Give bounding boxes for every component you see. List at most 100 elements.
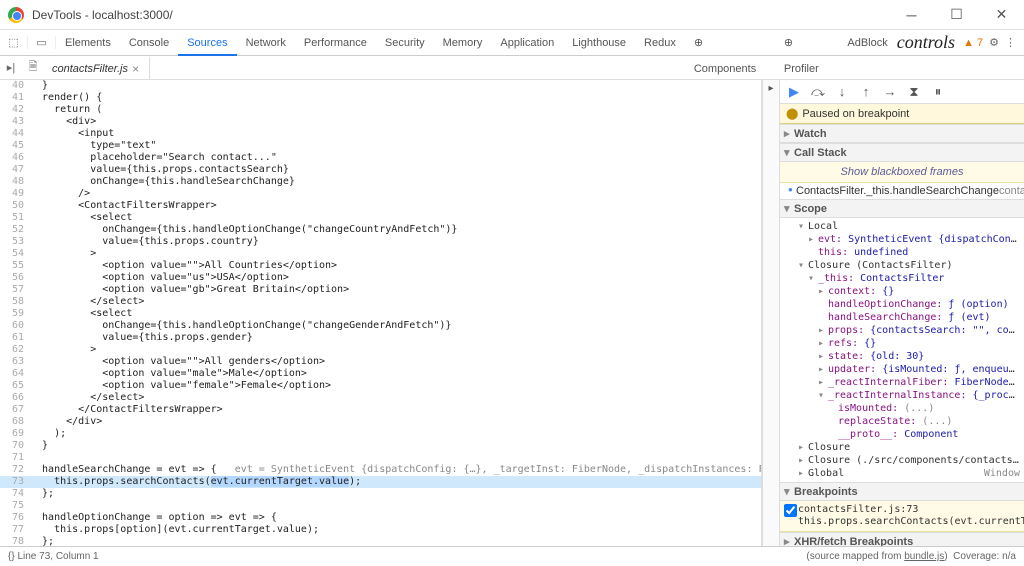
- step-over-button[interactable]: ⤼: [810, 84, 826, 100]
- code-line[interactable]: 72 handleSearchChange = evt => { evt = S…: [0, 464, 761, 476]
- scope-row[interactable]: ▸_reactInternalFiber: FiberNode {tag: 1,…: [794, 376, 1020, 389]
- code-line[interactable]: 62 >: [0, 344, 761, 356]
- code-line[interactable]: 51 <select: [0, 212, 761, 224]
- code-line[interactable]: 53 value={this.props.country}: [0, 236, 761, 248]
- scope-row[interactable]: replaceState: (...): [794, 415, 1020, 428]
- code-line[interactable]: 66 </select>: [0, 392, 761, 404]
- code-line[interactable]: 57 <option value="gb">Great Britain</opt…: [0, 284, 761, 296]
- step-button[interactable]: →: [882, 84, 898, 100]
- panel-tab-components[interactable]: ⊕ Components: [685, 30, 775, 56]
- panel-tab-performance[interactable]: Performance: [295, 30, 376, 56]
- code-line[interactable]: 58 </select>: [0, 296, 761, 308]
- bundle-link[interactable]: bundle.js: [904, 551, 944, 562]
- scope-tree[interactable]: ▾Local▸evt: SyntheticEvent {dispatchConf…: [780, 218, 1024, 482]
- scope-row[interactable]: ▸context: {}: [794, 285, 1020, 298]
- panel-tab-redux[interactable]: Redux: [635, 30, 685, 56]
- panel-tab-security[interactable]: Security: [376, 30, 434, 56]
- scope-section[interactable]: Scope: [780, 199, 1024, 218]
- code-line[interactable]: 50 <ContactFiltersWrapper>: [0, 200, 761, 212]
- code-line[interactable]: 70 }: [0, 440, 761, 452]
- code-line[interactable]: 47 value={this.props.contactsSearch}: [0, 164, 761, 176]
- panel-tab-application[interactable]: Application: [491, 30, 563, 56]
- code-line[interactable]: 48 onChange={this.handleSearchChange}: [0, 176, 761, 188]
- panel-tab-lighthouse[interactable]: Lighthouse: [563, 30, 635, 56]
- xhr-breakpoints-section[interactable]: XHR/fetch Breakpoints: [780, 532, 1024, 546]
- settings-icon[interactable]: ⚙: [989, 36, 999, 49]
- code-line[interactable]: 55 <option value="">All Countries</optio…: [0, 260, 761, 272]
- panel-tab-network[interactable]: Network: [237, 30, 295, 56]
- step-into-button[interactable]: ↓: [834, 84, 850, 100]
- code-line[interactable]: 68 </div>: [0, 416, 761, 428]
- code-line[interactable]: 67 </ContactFiltersWrapper>: [0, 404, 761, 416]
- scope-row[interactable]: ▾_reactInternalInstance: {_processChildC…: [794, 389, 1020, 402]
- step-out-button[interactable]: ↑: [858, 84, 874, 100]
- code-line[interactable]: 71: [0, 452, 761, 464]
- scope-row[interactable]: handleSearchChange: ƒ (evt): [794, 311, 1020, 324]
- scope-row[interactable]: ▸GlobalWindow: [794, 467, 1020, 480]
- watch-section[interactable]: Watch: [780, 124, 1024, 143]
- code-line[interactable]: 56 <option value="us">USA</option>: [0, 272, 761, 284]
- code-line[interactable]: 43 <div>: [0, 116, 761, 128]
- code-line[interactable]: 63 <option value="">All genders</option>: [0, 356, 761, 368]
- code-line[interactable]: 69 );: [0, 428, 761, 440]
- code-line[interactable]: 59 <select: [0, 308, 761, 320]
- code-line[interactable]: 61 value={this.props.gender}: [0, 332, 761, 344]
- scope-row[interactable]: ▾_this: ContactsFilter: [794, 272, 1020, 285]
- resume-button[interactable]: ▶: [786, 84, 802, 100]
- code-line[interactable]: 40 }: [0, 80, 761, 92]
- panel-tab-memory[interactable]: Memory: [434, 30, 492, 56]
- scope-row[interactable]: ▸Closure: [794, 441, 1020, 454]
- code-line[interactable]: 54 >: [0, 248, 761, 260]
- scope-row[interactable]: ▾Closure (ContactsFilter): [794, 259, 1020, 272]
- panel-tab-profiler[interactable]: ⊕ Profiler: [775, 30, 838, 56]
- inspect-element-icon[interactable]: ⬚: [0, 36, 28, 49]
- pause-on-exceptions-button[interactable]: ⏸: [930, 84, 946, 100]
- callstack-section[interactable]: Call Stack: [780, 143, 1024, 162]
- collapse-icon[interactable]: ▸: [768, 83, 773, 94]
- code-line[interactable]: 75: [0, 500, 761, 512]
- code-line[interactable]: 65 <option value="female">Female</option…: [0, 380, 761, 392]
- scope-row[interactable]: __proto__: Component: [794, 428, 1020, 441]
- code-line[interactable]: 45 type="text": [0, 140, 761, 152]
- code-line[interactable]: 44 <input: [0, 128, 761, 140]
- code-line[interactable]: 52 onChange={this.handleOptionChange("ch…: [0, 224, 761, 236]
- code-line[interactable]: 77 this.props[option](evt.currentTarget.…: [0, 524, 761, 536]
- code-line[interactable]: 41 render() {: [0, 92, 761, 104]
- code-line[interactable]: 46 placeholder="Search contact...": [0, 152, 761, 164]
- minimize-button[interactable]: ─: [889, 0, 934, 30]
- breakpoints-section[interactable]: Breakpoints: [780, 482, 1024, 501]
- deactivate-breakpoints-button[interactable]: ⧗: [906, 84, 922, 100]
- scope-row[interactable]: ▸refs: {}: [794, 337, 1020, 350]
- scope-row[interactable]: ▾Local: [794, 220, 1020, 233]
- scope-row[interactable]: isMounted: (...): [794, 402, 1020, 415]
- scope-row[interactable]: ▸props: {contactsSearch: "", country: ""…: [794, 324, 1020, 337]
- more-menu-icon[interactable]: ⋮: [1005, 36, 1016, 49]
- close-tab-icon[interactable]: ×: [132, 57, 139, 81]
- scope-row[interactable]: ▸updater: {isMounted: ƒ, enqueueSetState…: [794, 363, 1020, 376]
- code-editor[interactable]: 40 }41 render() {42 return (43 <div>44 <…: [0, 80, 762, 546]
- maximize-button[interactable]: ☐: [934, 0, 979, 30]
- breakpoint-checkbox[interactable]: [784, 504, 797, 517]
- file-tab[interactable]: contactsFilter.js ×: [44, 56, 150, 80]
- code-line[interactable]: 49 />: [0, 188, 761, 200]
- stack-frame[interactable]: ContactsFilter._this.handleSearchChange …: [780, 183, 1024, 199]
- code-line[interactable]: 42 return (: [0, 104, 761, 116]
- scope-row[interactable]: ▸state: {old: 30}: [794, 350, 1020, 363]
- code-line[interactable]: 64 <option value="male">Male</option>: [0, 368, 761, 380]
- page-icon[interactable]: 🗎: [22, 58, 44, 77]
- code-line[interactable]: 78 };: [0, 536, 761, 546]
- breakpoint-item[interactable]: contactsFilter.js:73 this.props.searchCo…: [780, 501, 1024, 532]
- close-button[interactable]: ✕: [979, 0, 1024, 30]
- blackbox-link[interactable]: Show blackboxed frames: [841, 166, 964, 178]
- scope-row[interactable]: ▸Closure (./src/components/contactsList/…: [794, 454, 1020, 467]
- panel-tab-sources[interactable]: Sources: [178, 30, 236, 56]
- device-toolbar-icon[interactable]: ▭: [28, 36, 56, 49]
- scope-row[interactable]: ▸evt: SyntheticEvent {dispatchConfig: {……: [794, 233, 1020, 246]
- panel-tab-adblock[interactable]: AdBlock: [838, 30, 896, 56]
- warnings-badge[interactable]: ▲ 7: [963, 37, 983, 49]
- code-line[interactable]: 60 onChange={this.handleOptionChange("ch…: [0, 320, 761, 332]
- panel-tab-elements[interactable]: Elements: [56, 30, 120, 56]
- code-line[interactable]: 73 this.props.searchContacts(evt.current…: [0, 476, 761, 488]
- code-line[interactable]: 74 };: [0, 488, 761, 500]
- scope-row[interactable]: this: undefined: [794, 246, 1020, 259]
